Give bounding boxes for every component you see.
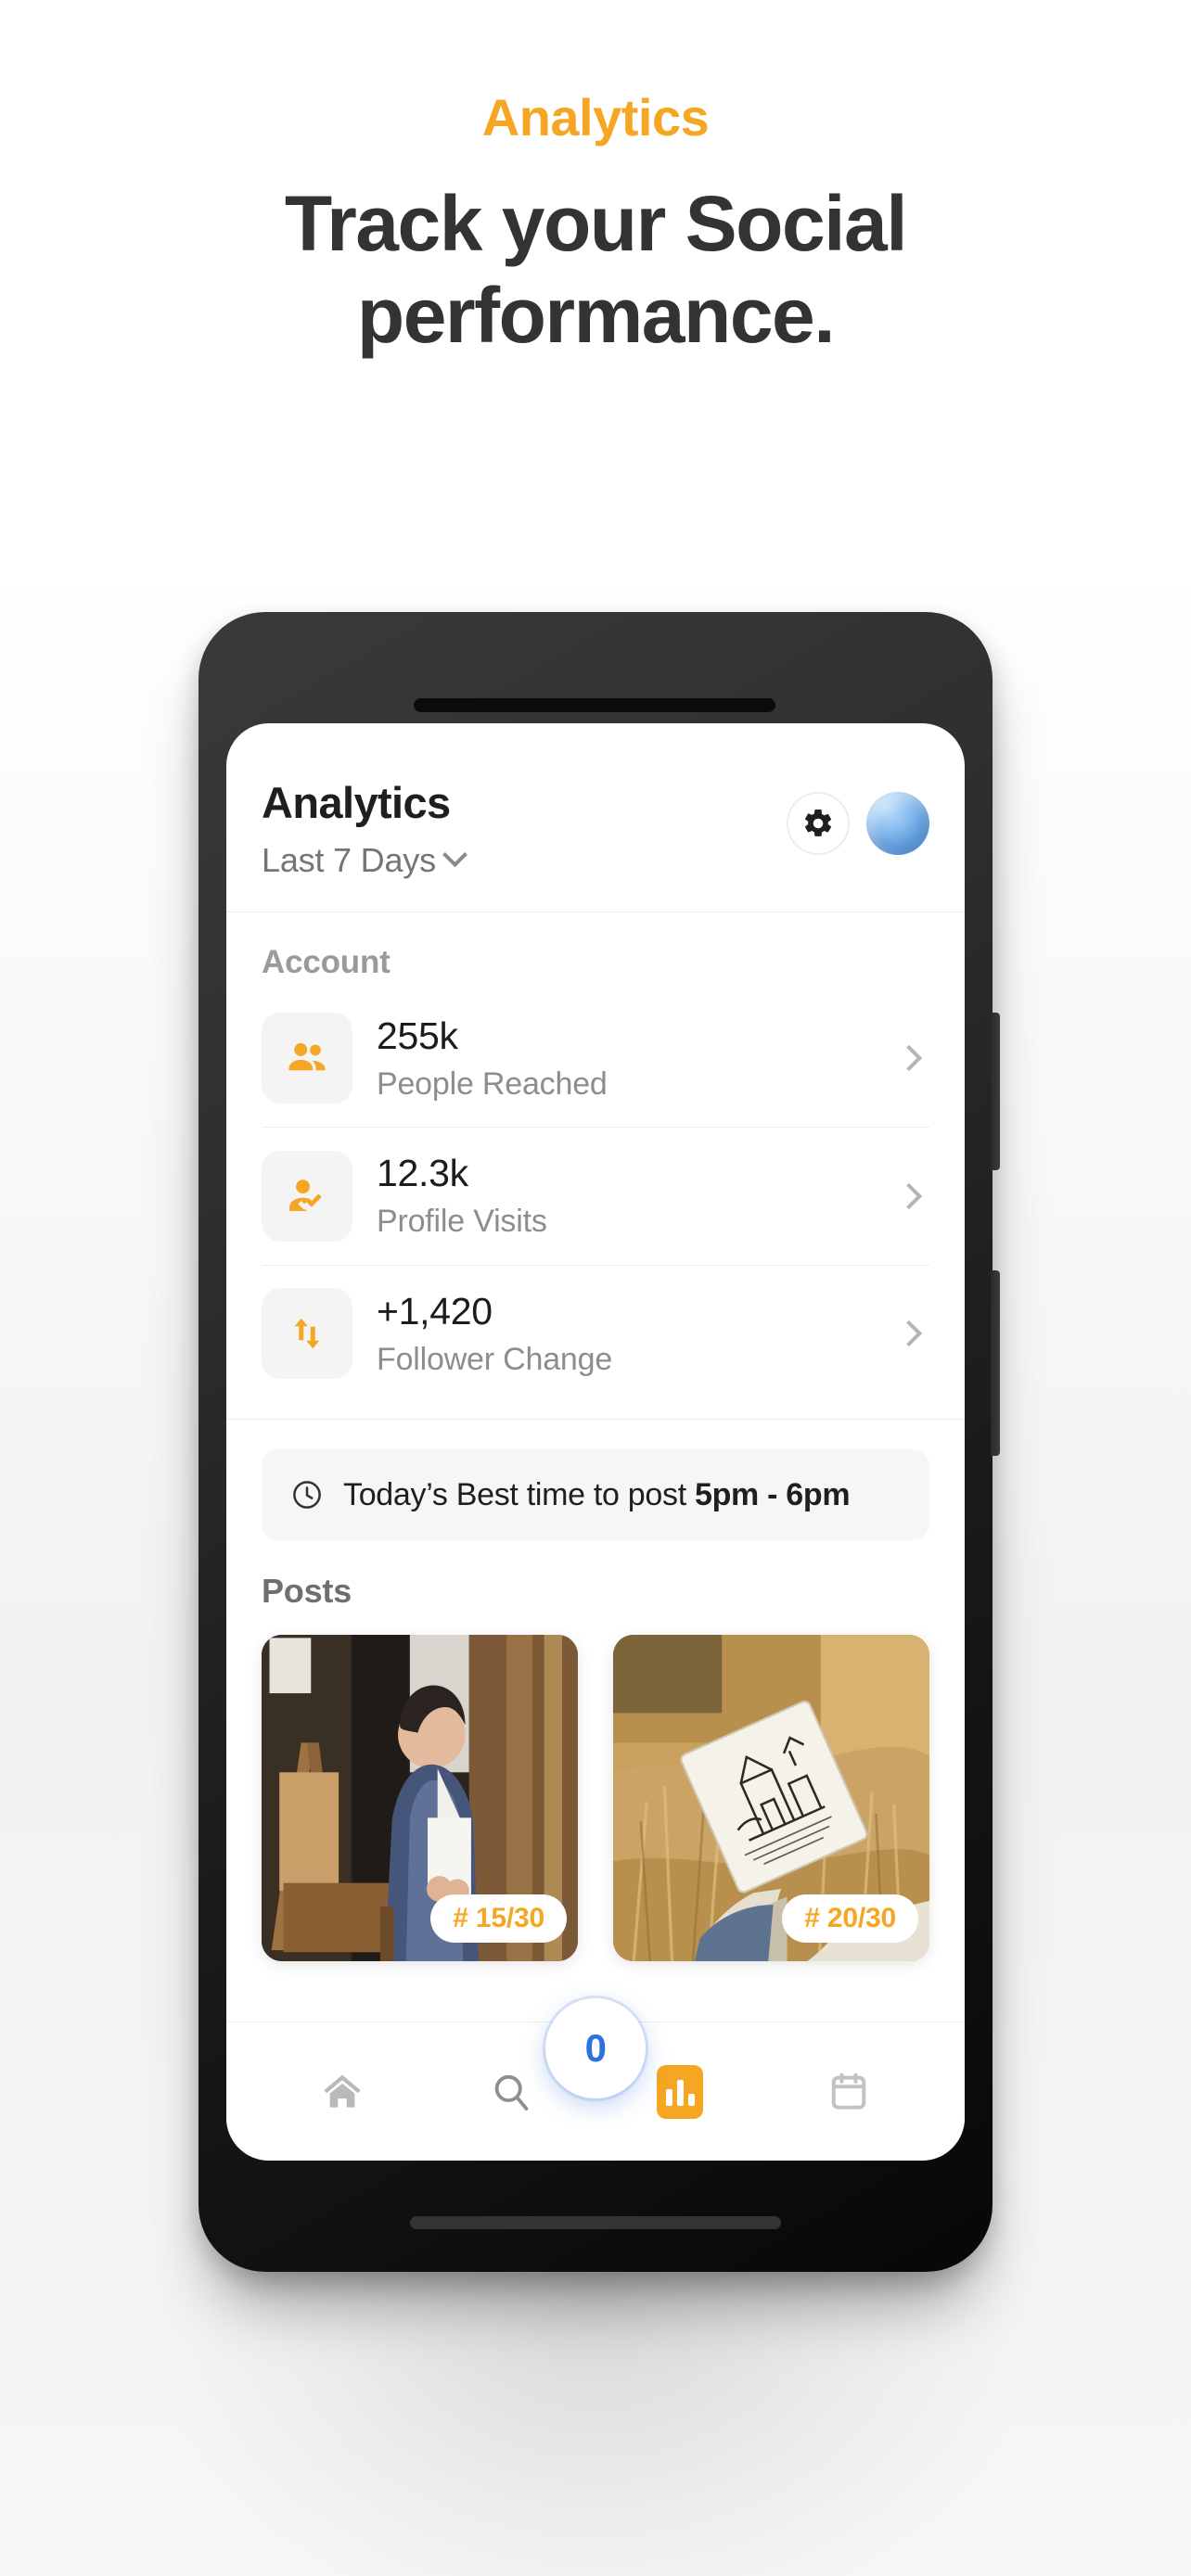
best-time-section: Today’s Best time to post 5pm - 6pm — [226, 1420, 965, 1540]
date-range-label: Last 7 Days — [262, 840, 436, 879]
metric-text: +1,420 Follower Change — [377, 1288, 876, 1380]
metric-label: Follower Change — [377, 1341, 613, 1377]
power-button[interactable] — [991, 1270, 1000, 1456]
bottom-navigation: 0 — [226, 1998, 965, 2161]
account-section-label: Account — [262, 943, 391, 980]
chart-bar-icon — [657, 2064, 703, 2119]
metric-icon-tile — [262, 1288, 352, 1380]
post-card[interactable]: # 20/30 — [613, 1635, 929, 1961]
metric-text: 255k People Reached — [377, 1013, 876, 1104]
chevron-down-icon — [442, 842, 467, 868]
metric-label: Profile Visits — [377, 1204, 547, 1240]
metric-row[interactable]: +1,420 Follower Change — [262, 1266, 929, 1402]
search-icon — [494, 2074, 529, 2111]
home-indicator-bar — [410, 2216, 781, 2229]
app-header: Analytics Last 7 Days — [226, 723, 965, 912]
promo-title: Track your Social performance. — [284, 179, 908, 359]
settings-button[interactable] — [787, 792, 850, 855]
best-time-text: Today’s Best time to post 5pm - 6pm — [343, 1476, 851, 1513]
person-check-icon — [289, 1180, 322, 1211]
chevron-right-icon — [895, 1182, 923, 1209]
best-time-banner[interactable]: Today’s Best time to post 5pm - 6pm — [262, 1449, 929, 1540]
header-actions — [787, 792, 929, 855]
fab-label: 0 — [584, 2026, 607, 2070]
create-post-fab[interactable]: 0 — [545, 1998, 646, 2098]
arrows-up-down-icon — [294, 1319, 320, 1349]
account-metrics-list: 255k People Reached 12.3k Profile Visits — [226, 990, 965, 1402]
post-badge: # 15/30 — [430, 1894, 567, 1943]
metric-label: People Reached — [377, 1065, 608, 1102]
metric-value: 12.3k — [377, 1152, 468, 1195]
people-icon — [288, 1043, 326, 1071]
gear-icon — [804, 809, 832, 836]
promo-eyebrow: Analytics — [481, 88, 710, 147]
volume-button[interactable] — [991, 1013, 1000, 1170]
posts-section-label: Posts — [262, 1572, 352, 1610]
chevron-right-icon — [895, 1045, 923, 1072]
earpiece-speaker — [414, 698, 775, 712]
chevron-right-icon — [895, 1320, 923, 1347]
avatar[interactable] — [866, 792, 929, 855]
nav-item-search[interactable] — [471, 2052, 551, 2132]
metric-value: 255k — [377, 1014, 458, 1057]
metric-value: +1,420 — [377, 1289, 493, 1333]
promo-header: Analytics Track your Social performance. — [0, 0, 1191, 362]
post-badge: # 20/30 — [782, 1894, 918, 1943]
metric-icon-tile — [262, 1150, 352, 1242]
nav-item-analytics[interactable] — [640, 2052, 720, 2132]
page-title: Analytics — [262, 778, 451, 827]
date-range-selector[interactable]: Last 7 Days — [262, 840, 467, 880]
posts-grid: # 15/30 # 20/30 — [226, 1611, 965, 1961]
clock-icon — [293, 1481, 321, 1509]
app-header-titles: Analytics Last 7 Days — [262, 778, 467, 880]
metric-text: 12.3k Profile Visits — [377, 1150, 876, 1242]
calendar-icon — [831, 2072, 866, 2110]
nav-item-calendar[interactable] — [809, 2052, 889, 2132]
metric-icon-tile — [262, 1013, 352, 1104]
post-card[interactable]: # 15/30 — [262, 1635, 578, 1961]
best-time-prefix: Today’s Best time to post — [343, 1476, 695, 1512]
phone-mockup: Analytics Last 7 Days Account 255k Peopl… — [198, 612, 1000, 2272]
nav-item-home[interactable] — [302, 2052, 382, 2132]
metric-row[interactable]: 255k People Reached — [262, 990, 929, 1129]
home-icon — [324, 2074, 361, 2108]
metric-row[interactable]: 12.3k Profile Visits — [262, 1128, 929, 1266]
phone-screen: Analytics Last 7 Days Account 255k Peopl… — [226, 723, 965, 2161]
best-time-value: 5pm - 6pm — [694, 1476, 851, 1512]
